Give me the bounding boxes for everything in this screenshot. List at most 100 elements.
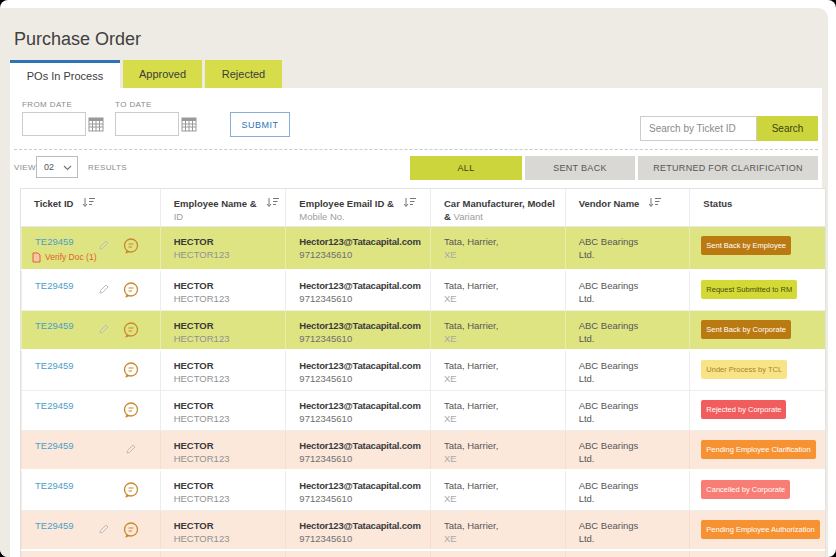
chat-icon[interactable] — [122, 237, 140, 255]
car-cell: Tata, Harrier,XE — [430, 551, 565, 557]
employee-cell: HECTORHECTOR123 — [160, 227, 286, 269]
ticket-id-link[interactable]: TE29459 — [35, 236, 74, 247]
car-cell: Tata, Harrier,XE — [430, 227, 565, 269]
divider — [14, 149, 818, 150]
page-title: Purchase Order — [14, 29, 141, 50]
car-cell: Tata, Harrier,XE — [430, 471, 565, 510]
employee-cell: HECTORHECTOR123 — [160, 471, 286, 510]
submit-button[interactable]: SUBMIT — [230, 112, 290, 137]
email-cell: Hector123@Tatacapital.com9712345610 — [285, 391, 430, 430]
table-row: TE29459 HECTORHECTOR123 Hector123@Tataca… — [21, 511, 825, 551]
edit-icon[interactable] — [98, 239, 110, 251]
sort-icon[interactable] — [266, 197, 279, 208]
col-header-car: Car Manufacturer, Model& Variant — [430, 189, 565, 226]
view-label: VIEW — [14, 163, 36, 172]
chat-icon[interactable] — [122, 361, 140, 379]
sort-icon[interactable] — [403, 197, 416, 208]
ticket-id-link[interactable]: TE29459 — [35, 440, 74, 451]
sort-icon[interactable] — [648, 197, 661, 208]
sort-icon[interactable] — [82, 197, 95, 208]
ticket-id-link[interactable]: TE29459 — [35, 280, 74, 291]
view-count-select[interactable]: 02 — [36, 156, 78, 178]
status-badge: Cancelled by Corporate — [701, 480, 790, 499]
table-row: TE29459 HECTORHECTOR123 Hector123@Tataca… — [21, 311, 825, 351]
to-date-label: TO DATE — [115, 100, 152, 109]
edit-icon[interactable] — [125, 443, 137, 455]
table-row: TE29459 HECTORHECTOR123 Hector123@Tataca… — [21, 271, 825, 311]
table-row: TE29459 HECTORHECTOR123 Hector123@Tataca… — [21, 471, 825, 511]
chat-icon[interactable] — [122, 481, 140, 499]
chat-icon[interactable] — [122, 521, 140, 539]
table-row: TE29459 HECTORHECTOR123 Hector123@Tataca… — [21, 431, 825, 471]
ticket-cell: TE29459 — [21, 351, 160, 390]
edit-icon[interactable] — [98, 323, 110, 335]
col-header-vendor: Vendor Name — [565, 189, 690, 226]
edit-icon[interactable] — [98, 283, 110, 295]
filter-sent-back-button[interactable]: SENT BACK — [525, 156, 635, 180]
tab-pos-in-process[interactable]: POs In Process — [10, 60, 120, 88]
ticket-id-link[interactable]: TE29459 — [35, 320, 74, 331]
status-cell: Under Process by TCL — [689, 351, 825, 390]
chevron-down-icon — [63, 165, 72, 171]
status-cell: Sent Back by Corporate — [689, 311, 825, 349]
table-header: Ticket ID Employee Name &ID Employee Ema… — [21, 189, 825, 227]
chat-icon[interactable] — [122, 281, 140, 299]
email-cell: Hector123@Tatacapital.com9712345610 — [285, 227, 430, 269]
employee-cell: HECTORHECTOR123 — [160, 311, 286, 349]
verify-doc-link[interactable]: Verify Doc (1) — [32, 251, 97, 264]
email-cell: Hector123@Tatacapital.com9712345610 — [285, 431, 430, 469]
ticket-id-link[interactable]: TE29459 — [35, 480, 74, 491]
table-body: TE29459 Verify Doc (1) HECTORHECTOR123 H… — [21, 227, 825, 557]
status-badge: Pending Employee Clarification — [701, 440, 815, 459]
tab-rejected[interactable]: Rejected — [205, 60, 282, 88]
status-badge: Under Process by TCL — [701, 360, 787, 379]
car-cell: Tata, Harrier,XE — [430, 511, 565, 549]
status-cell: Pending Corporate Authorization — [689, 551, 825, 557]
calendar-icon[interactable] — [88, 116, 104, 132]
car-cell: Tata, Harrier,XE — [430, 391, 565, 430]
email-cell: Hector123@Tatacapital.com9712345610 — [285, 311, 430, 349]
vendor-cell: ABC BearingsLtd. — [565, 511, 690, 549]
search-button[interactable]: Search — [757, 116, 818, 141]
employee-cell: HECTORHECTOR123 — [160, 551, 286, 557]
search-input[interactable]: Search by Ticket ID — [640, 116, 757, 141]
chat-icon[interactable] — [122, 401, 140, 419]
calendar-icon[interactable] — [181, 116, 197, 132]
email-cell: Hector123@Tatacapital.com9712345610 — [285, 471, 430, 510]
filter-returned-button[interactable]: RETURNED FOR CLARIFICATION — [638, 156, 818, 180]
status-badge: Sent Back by Employee — [701, 236, 791, 255]
ticket-id-link[interactable]: TE29459 — [35, 400, 74, 411]
vendor-cell: ABC BearingsLtd. — [565, 551, 690, 557]
ticket-id-link[interactable]: TE29459 — [35, 360, 74, 371]
status-badge: Pending Employee Authorization — [701, 520, 819, 539]
to-date-input[interactable] — [115, 112, 179, 136]
employee-cell: HECTORHECTOR123 — [160, 271, 286, 310]
table-row: TE29459 HECTORHECTOR123 Hector123@Tataca… — [21, 551, 825, 557]
car-cell: Tata, Harrier,XE — [430, 351, 565, 390]
content-panel: Purchase Order POs In Process Approved R… — [0, 8, 828, 557]
tab-approved[interactable]: Approved — [123, 60, 202, 88]
po-table: Ticket ID Employee Name &ID Employee Ema… — [20, 188, 826, 557]
ticket-cell: TE29459 — [21, 551, 160, 557]
ticket-cell: TE29459 Verify Doc (1) — [21, 227, 160, 269]
filter-all-button[interactable]: ALL — [410, 156, 522, 180]
car-cell: Tata, Harrier,XE — [430, 431, 565, 469]
status-cell: Pending Employee Authorization — [689, 511, 825, 549]
vendor-cell: ABC BearingsLtd. — [565, 227, 690, 269]
table-row: TE29459 HECTORHECTOR123 Hector123@Tataca… — [21, 351, 825, 391]
email-cell: Hector123@Tatacapital.com9712345610 — [285, 351, 430, 390]
status-cell: Rejected by Corporate — [689, 391, 825, 430]
col-header-employee-email: Employee Email ID &Mobile No. — [285, 189, 430, 226]
status-badge: Sent Back by Corporate — [701, 320, 791, 339]
ticket-cell: TE29459 — [21, 311, 160, 349]
status-cell: Request Submitted to RM — [689, 271, 825, 310]
vendor-cell: ABC BearingsLtd. — [565, 311, 690, 349]
ticket-id-link[interactable]: TE29459 — [35, 520, 74, 531]
results-label: RESULTS — [88, 163, 127, 172]
status-cell: Cancelled by Corporate — [689, 471, 825, 510]
ticket-cell: TE29459 — [21, 391, 160, 430]
status-badge: Rejected by Corporate — [701, 400, 786, 419]
chat-icon[interactable] — [122, 321, 140, 339]
edit-icon[interactable] — [98, 523, 110, 535]
from-date-input[interactable] — [22, 112, 86, 136]
